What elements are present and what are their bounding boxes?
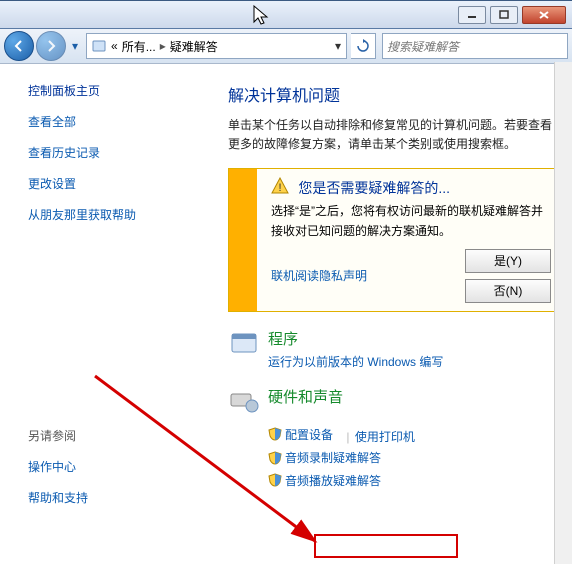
info-box: ! 您是否需要疑难解答的... 选择“是”之后，您将有权访问最新的联机疑难解答并… <box>228 168 562 311</box>
info-accent-bar <box>229 169 257 310</box>
address-bar[interactable]: « 所有... ▸ 疑难解答 ▾ <box>86 33 347 59</box>
sidebar: 控制面板主页 查看全部 查看历史记录 更改设置 从朋友那里获取帮助 另请参阅 操… <box>0 64 220 566</box>
category-programs: 程序 运行为以前版本的 Windows 编写 <box>228 328 568 370</box>
back-button[interactable] <box>4 31 34 61</box>
category-title-programs[interactable]: 程序 <box>268 328 443 349</box>
program-compat-link[interactable]: 运行为以前版本的 Windows 编写 <box>268 353 443 370</box>
close-button[interactable] <box>522 6 566 24</box>
info-text: 选择“是”之后，您将有权访问最新的联机疑难解答并接收对已知问题的解决方案通知。 <box>271 202 551 240</box>
breadcrumb[interactable]: « 所有... ▸ 疑难解答 <box>111 38 330 55</box>
hardware-icon <box>228 386 260 418</box>
link-label: 音频播放疑难解答 <box>285 472 381 489</box>
page-title: 解决计算机问题 <box>228 82 568 106</box>
warning-icon: ! <box>271 177 289 198</box>
address-dropdown[interactable]: ▾ <box>330 39 346 53</box>
yes-button[interactable]: 是(Y) <box>465 249 551 273</box>
privacy-link[interactable]: 联机阅读隐私声明 <box>271 267 367 284</box>
divider: | <box>346 430 349 444</box>
programs-icon <box>228 328 260 360</box>
sidebar-link-settings[interactable]: 更改设置 <box>28 175 212 192</box>
sidebar-link-help[interactable]: 帮助和支持 <box>28 489 212 506</box>
navbar: ▾ « 所有... ▸ 疑难解答 ▾ 搜索疑难解答 <box>0 29 572 64</box>
audio-recording-link[interactable]: 音频录制疑难解答 <box>268 449 381 466</box>
link-label: 配置设备 <box>285 426 333 443</box>
sidebar-link-friends[interactable]: 从朋友那里获取帮助 <box>28 206 212 223</box>
info-title: 您是否需要疑难解答的... <box>298 178 450 198</box>
location-icon <box>89 36 109 56</box>
sidebar-link-view-all[interactable]: 查看全部 <box>28 113 212 130</box>
shield-icon <box>268 451 282 465</box>
minimize-button[interactable] <box>458 6 486 24</box>
breadcrumb-root[interactable]: « <box>111 39 118 53</box>
svg-text:!: ! <box>278 182 281 194</box>
no-button[interactable]: 否(N) <box>465 279 551 303</box>
sidebar-heading: 控制面板主页 <box>28 82 212 99</box>
link-label: 音频录制疑难解答 <box>285 449 381 466</box>
page-description: 单击某个任务以自动排除和修复常见的计算机问题。若要查看更多的故障修复方案，请单击… <box>228 116 558 154</box>
breadcrumb-item[interactable]: 疑难解答 <box>170 38 218 55</box>
scrollbar[interactable] <box>554 62 572 564</box>
maximize-button[interactable] <box>490 6 518 24</box>
use-printer-link[interactable]: 使用打印机 <box>355 428 415 445</box>
breadcrumb-item[interactable]: 所有... <box>122 38 156 55</box>
shield-icon <box>268 473 282 487</box>
history-dropdown[interactable]: ▾ <box>68 36 82 56</box>
refresh-button[interactable] <box>351 33 376 59</box>
hardware-links: 配置设备 | 使用打印机 音频录制疑难解答 音频播放疑难解答 <box>268 422 568 491</box>
configure-device-link[interactable]: 配置设备 <box>268 426 333 443</box>
category-title-hardware[interactable]: 硬件和声音 <box>268 386 343 407</box>
search-placeholder: 搜索疑难解答 <box>387 38 459 55</box>
category-hardware: 硬件和声音 <box>228 386 568 418</box>
shield-icon <box>268 427 282 441</box>
sidebar-link-action-center[interactable]: 操作中心 <box>28 458 212 475</box>
forward-button[interactable] <box>36 31 66 61</box>
titlebar <box>0 1 572 29</box>
audio-playback-link[interactable]: 音频播放疑难解答 <box>268 472 381 489</box>
sidebar-see-also-heading: 另请参阅 <box>28 427 212 444</box>
chevron-right-icon: ▸ <box>160 39 166 53</box>
main-panel: 解决计算机问题 单击某个任务以自动排除和修复常见的计算机问题。若要查看更多的故障… <box>220 64 572 566</box>
search-input[interactable]: 搜索疑难解答 <box>382 33 568 59</box>
sidebar-link-history[interactable]: 查看历史记录 <box>28 144 212 161</box>
